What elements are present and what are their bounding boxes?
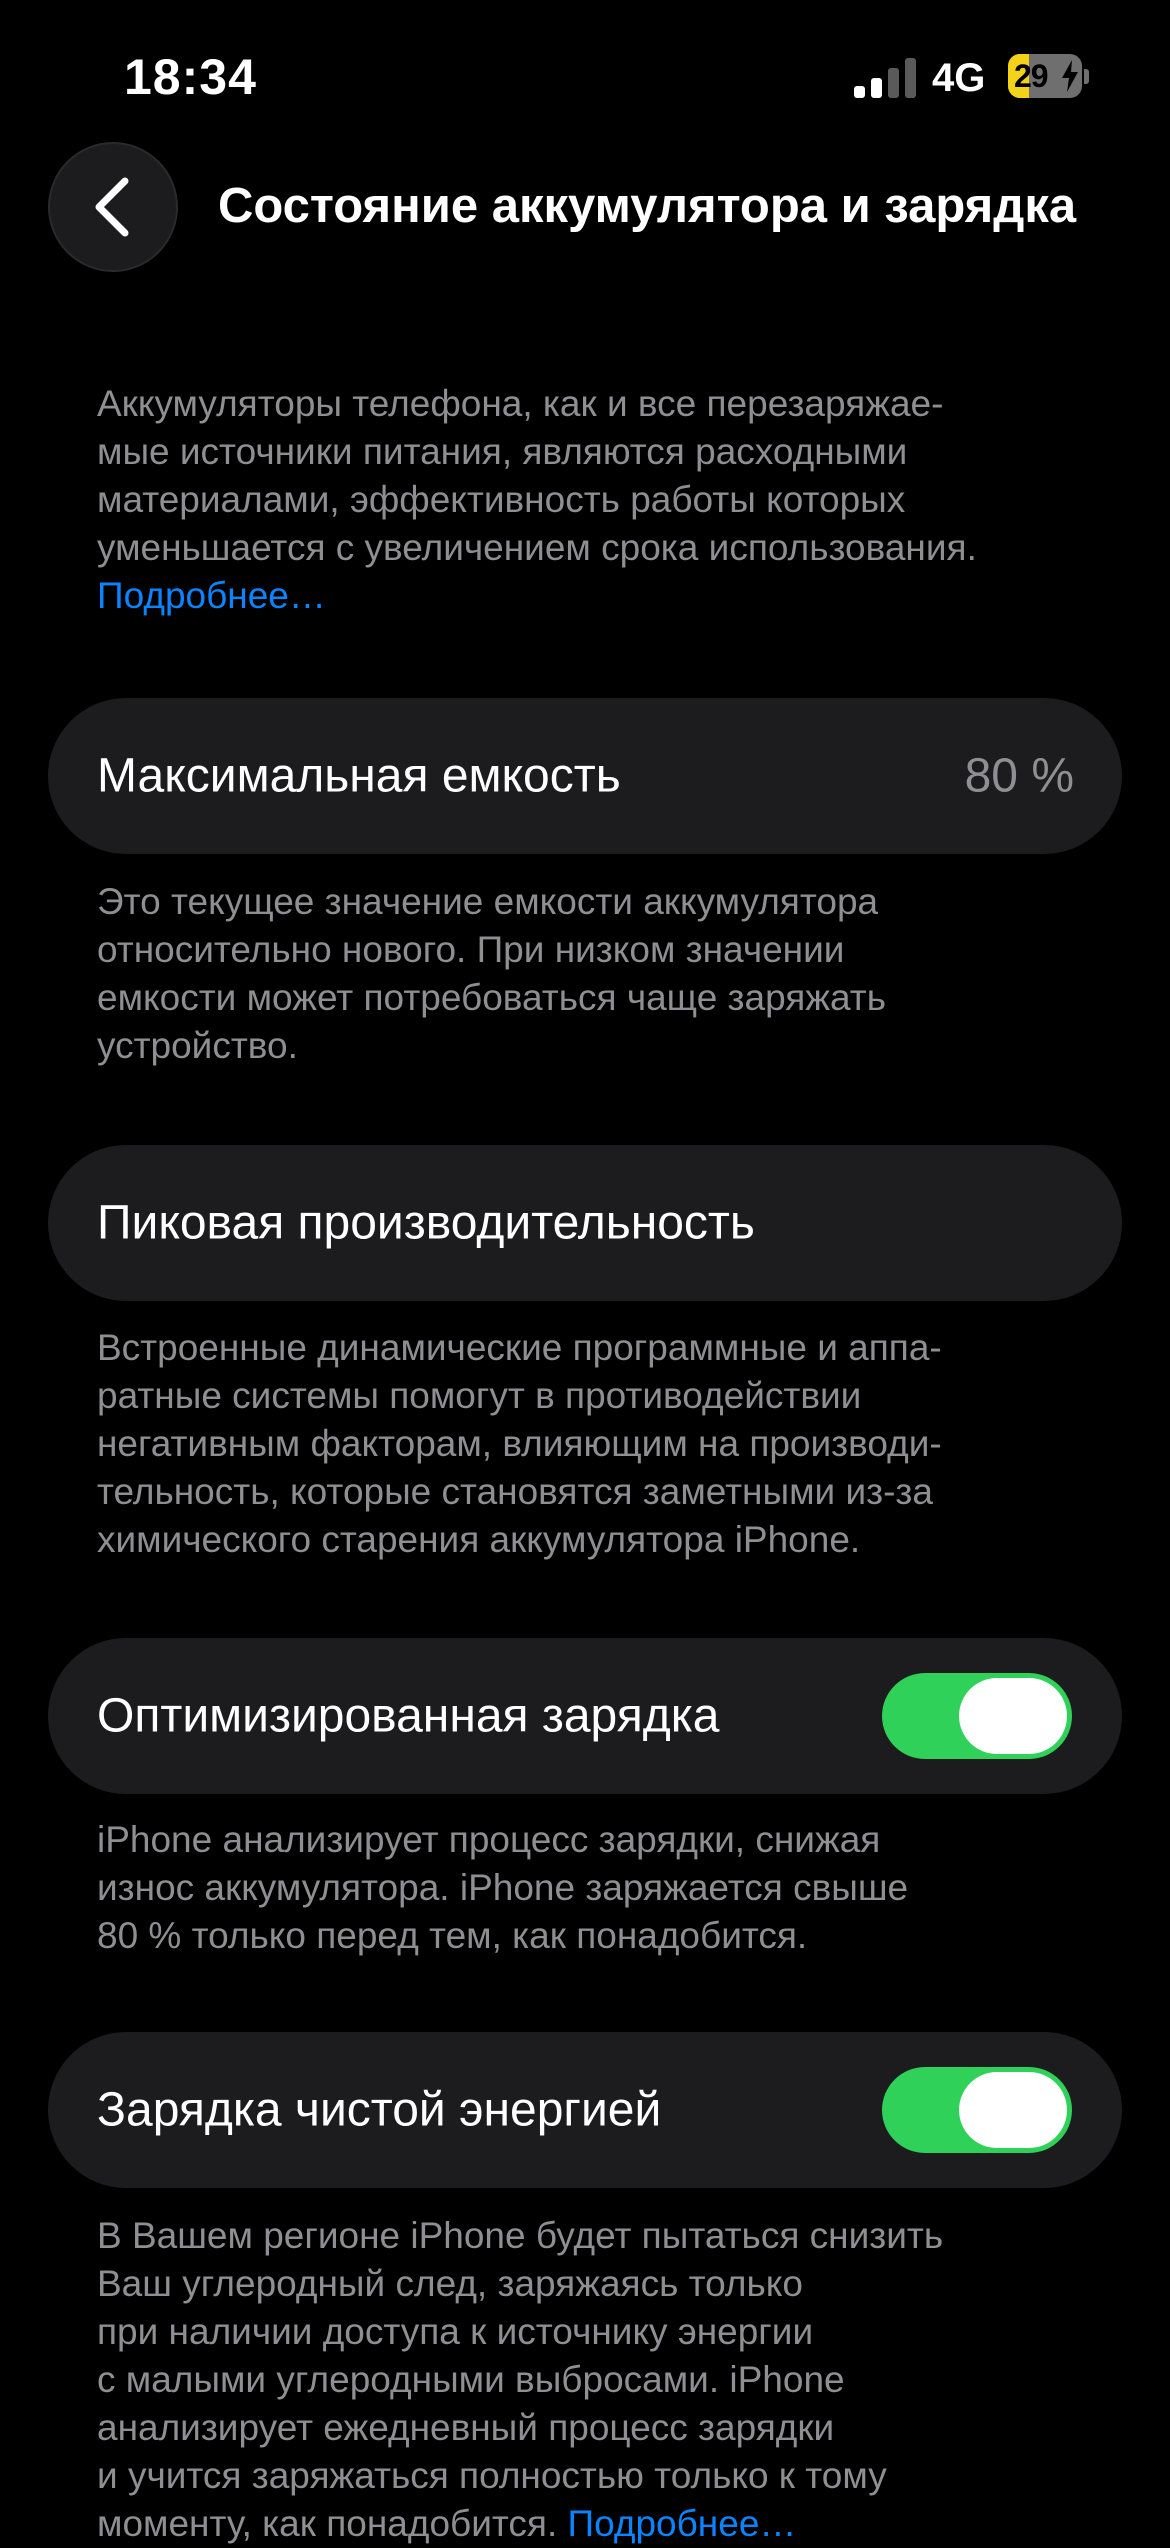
description-line: при наличии доступа к источнику энергии	[97, 2311, 814, 2352]
optimized-charging-toggle[interactable]	[882, 1673, 1072, 1759]
description-line: Встроенные динамические программные и ап…	[97, 1327, 942, 1368]
toggle-knob	[959, 2072, 1067, 2148]
max-capacity-cell: Максимальная емкость 80 %	[48, 698, 1122, 854]
description-line: 80 % только перед тем, как понадобится.	[97, 1915, 808, 1956]
description-text: моменту, как понадобится.	[97, 2503, 558, 2544]
description-line: относительно нового. При низком значении	[97, 929, 845, 970]
page-title: Состояние аккумулятора и зарядка	[218, 179, 1077, 233]
max-capacity-value: 80 %	[964, 749, 1074, 803]
description-line: моменту, как понадобится. Подробнее…	[97, 2500, 1097, 2548]
peak-performance-label: Пиковая производительность	[97, 1196, 755, 1250]
chevron-left-icon	[95, 177, 129, 237]
intro-line: Аккумуляторы телефона, как и все перезар…	[97, 383, 944, 424]
description-line: химического старения аккумулятора iPhone…	[97, 1519, 861, 1560]
battery-percent: 29	[1014, 58, 1049, 94]
learn-more-link[interactable]: Подробнее…	[568, 2503, 797, 2544]
intro-line: мые источники питания, являются расходны…	[97, 431, 908, 472]
max-capacity-label: Максимальная емкость	[97, 749, 621, 803]
description-line: емкости может потребоваться чаще заряжат…	[97, 977, 887, 1018]
description-line: анализирует ежедневный процесс зарядки	[97, 2407, 835, 2448]
description-line: iPhone анализирует процесс зарядки, сниж…	[97, 1819, 881, 1860]
network-type: 4G	[932, 56, 986, 100]
intro-line: материалами, эффективность работы которы…	[97, 479, 906, 520]
clean-energy-charging-label: Зарядка чистой энергией	[97, 2083, 662, 2137]
description-line: износ аккумулятора. iPhone заряжается св…	[97, 1867, 909, 1908]
optimized-charging-cell: Оптимизированная зарядка	[48, 1638, 1122, 1794]
description-line: ратные системы помогут в противодействии	[97, 1375, 862, 1416]
description-line: тельность, которые становятся заметными …	[97, 1471, 933, 1512]
battery-body: 29	[1008, 54, 1082, 98]
clean-energy-description: В Вашем регионе iPhone будет пытаться сн…	[97, 2212, 1097, 2548]
battery-icon: 29	[1008, 54, 1090, 100]
description-line: Это текущее значение емкости аккумулятор…	[97, 881, 879, 922]
clean-energy-charging-cell: Зарядка чистой энергией	[48, 2032, 1122, 2188]
back-button[interactable]	[48, 142, 178, 272]
description-line: с малыми углеродными выбросами. iPhone	[97, 2359, 845, 2400]
status-time: 18:34	[124, 49, 257, 105]
learn-more-link[interactable]: Подробнее…	[97, 572, 1097, 620]
cellular-signal-icon	[854, 58, 916, 98]
charging-bolt-icon	[1062, 60, 1078, 92]
status-bar: 18:34 4G 29	[0, 0, 1170, 150]
clean-energy-charging-toggle[interactable]	[882, 2067, 1072, 2153]
description-line: и учится заряжаться полностью только к т…	[97, 2455, 887, 2496]
intro-line: уменьшается с увеличением срока использо…	[97, 527, 977, 568]
optimized-charging-description: iPhone анализирует процесс зарядки, сниж…	[97, 1816, 1097, 1960]
description-line: Ваш углеродный след, заряжаясь только	[97, 2263, 803, 2304]
description-line: В Вашем регионе iPhone будет пытаться сн…	[97, 2215, 944, 2256]
description-line: негативным факторам, влияющим на произво…	[97, 1423, 942, 1464]
intro-description: Аккумуляторы телефона, как и все перезар…	[97, 380, 1097, 620]
peak-performance-cell: Пиковая производительность	[48, 1145, 1122, 1301]
battery-cap	[1084, 69, 1089, 84]
max-capacity-description: Это текущее значение емкости аккумулятор…	[97, 878, 1097, 1070]
description-line: устройство.	[97, 1025, 298, 1066]
peak-performance-description: Встроенные динамические программные и ап…	[97, 1324, 1097, 1564]
optimized-charging-label: Оптимизированная зарядка	[97, 1689, 720, 1743]
toggle-knob	[959, 1678, 1067, 1754]
